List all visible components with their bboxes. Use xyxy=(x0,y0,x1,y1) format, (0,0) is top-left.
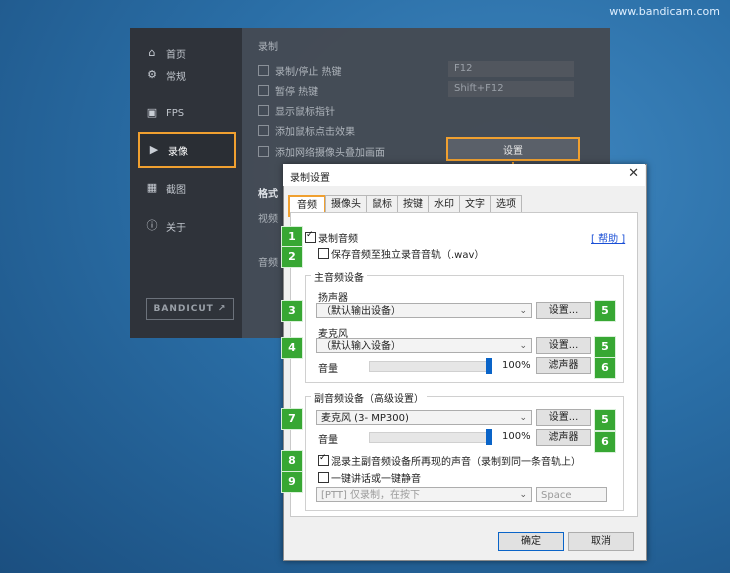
checkbox[interactable] xyxy=(305,230,316,243)
ptt-hotkey-field[interactable]: Space xyxy=(536,487,607,502)
close-icon[interactable]: ✕ xyxy=(628,166,639,181)
volume-label: 音量 xyxy=(318,364,338,375)
mic-volume-percent: 100% xyxy=(502,360,531,371)
bg-settings-button[interactable]: 设置 xyxy=(446,137,580,161)
tab-watermark[interactable]: 水印 xyxy=(428,195,460,213)
secondary-volume-thumb[interactable] xyxy=(486,429,492,445)
ptt-checkbox[interactable]: 一键讲话或一键静音 xyxy=(318,470,421,485)
tab-keys[interactable]: 按键 xyxy=(397,195,429,213)
callout-badge: 4 xyxy=(281,337,303,359)
callout-badge: 5 xyxy=(594,300,616,322)
mic-settings-button[interactable]: 设置... xyxy=(536,337,591,354)
help-link[interactable]: [ 帮助 ] xyxy=(591,230,625,245)
callout-badge: 7 xyxy=(281,408,303,430)
speaker-label: 扬声器 xyxy=(318,293,348,304)
secondary-settings-button[interactable]: 设置... xyxy=(536,409,591,426)
secondary-volume-percent: 100% xyxy=(502,431,531,442)
nav-general[interactable]: ⚙ 常规 xyxy=(138,58,236,92)
watermark: www.bandicam.com xyxy=(609,5,720,18)
cancel-button[interactable]: 取消 xyxy=(568,532,634,551)
bg-option-1: 录制/停止 热键 xyxy=(258,63,342,78)
callout-badge: 6 xyxy=(594,357,616,379)
info-icon: ⓘ xyxy=(146,219,158,232)
callout-badge: 1 xyxy=(281,226,303,248)
dialog-tabs: 音频 摄像头 鼠标 按键 水印 文字 选项 xyxy=(288,195,522,217)
speaker-settings-button[interactable]: 设置... xyxy=(536,302,591,319)
mic-filter-button[interactable]: 滤声器 xyxy=(536,357,591,374)
tab-webcam[interactable]: 摄像头 xyxy=(325,195,367,213)
secondary-group-title: 副音频设备（高级设置） xyxy=(311,390,427,405)
secondary-volume-label: 音量 xyxy=(318,435,338,446)
secondary-mic-dropdown[interactable]: 麦克风 (3- MP300) ⌄ xyxy=(316,410,532,425)
chevron-down-icon: ⌄ xyxy=(519,413,527,423)
speaker-dropdown[interactable]: （默认输出设备） ⌄ xyxy=(316,303,532,318)
callout-badge: 8 xyxy=(281,450,303,472)
primary-group-title: 主音频设备 xyxy=(311,269,367,284)
callout-badge: 6 xyxy=(594,431,616,453)
bg-format-label: 格式 xyxy=(258,189,278,200)
bg-option-4: 添加鼠标点击效果 xyxy=(258,123,355,138)
chevron-down-icon: ⌄ xyxy=(519,341,527,351)
bg-audio-label: 音频 xyxy=(258,258,278,269)
bg-hotkey-field-1[interactable]: F12 xyxy=(448,61,574,77)
bandicut-button[interactable]: BANDICUT ↗ xyxy=(146,298,234,320)
bg-option-3: 显示鼠标指针 xyxy=(258,103,335,118)
checkbox[interactable] xyxy=(318,472,329,483)
bg-option-2: 暂停 热键 xyxy=(258,83,318,98)
secondary-filter-button[interactable]: 滤声器 xyxy=(536,429,591,446)
secondary-volume-slider[interactable] xyxy=(369,432,492,443)
callout-badge: 3 xyxy=(281,300,303,322)
nav-about[interactable]: ⓘ 关于 xyxy=(138,209,236,243)
gear-icon: ⚙ xyxy=(147,68,157,81)
mic-volume-thumb[interactable] xyxy=(486,358,492,374)
callout-badge: 2 xyxy=(281,246,303,268)
chevron-down-icon: ⌄ xyxy=(519,490,527,500)
callout-badge: 5 xyxy=(594,409,616,431)
dialog-title: 录制设置 xyxy=(290,173,330,184)
checkbox[interactable] xyxy=(318,248,329,259)
record-audio-checkbox[interactable]: 录制音频 xyxy=(305,230,358,245)
callout-badge: 5 xyxy=(594,336,616,358)
tab-text[interactable]: 文字 xyxy=(459,195,491,213)
save-separate-track-checkbox[interactable]: 保存音频至独立录音音轨（.wav） xyxy=(318,246,484,261)
fps-icon: ▣ xyxy=(146,106,158,119)
checkbox[interactable] xyxy=(318,453,329,466)
nav-video[interactable]: ▶ 录像 xyxy=(138,132,236,168)
tab-options[interactable]: 选项 xyxy=(490,195,522,213)
bg-hotkey-field-2[interactable]: Shift+F12 xyxy=(448,81,574,97)
callout-badge: 9 xyxy=(281,471,303,493)
tab-mouse[interactable]: 鼠标 xyxy=(366,195,398,213)
dialog-titlebar: 录制设置 ✕ xyxy=(283,164,645,186)
bg-video-label: 视频 xyxy=(258,214,278,225)
ptt-mode-dropdown[interactable]: [PTT] 仅录制，在按下 ⌄ xyxy=(316,487,532,502)
mic-volume-slider[interactable] xyxy=(369,361,492,372)
video-record-icon: ▶ xyxy=(149,143,159,156)
image-icon: ▦ xyxy=(146,181,158,194)
bg-option-5: 添加网络摄像头叠加画面 xyxy=(258,144,385,159)
chevron-down-icon: ⌄ xyxy=(519,306,527,316)
mic-dropdown[interactable]: （默认输入设备） ⌄ xyxy=(316,338,532,353)
ok-button[interactable]: 确定 xyxy=(498,532,564,551)
mix-sound-checkbox[interactable]: 混录主副音频设备所再现的声音（录制到同一条音轨上） xyxy=(318,453,581,468)
nav-image[interactable]: ▦ 截图 xyxy=(138,171,236,205)
bg-section-label: 录制 xyxy=(258,42,278,53)
nav-fps[interactable]: ▣ FPS xyxy=(138,96,236,130)
